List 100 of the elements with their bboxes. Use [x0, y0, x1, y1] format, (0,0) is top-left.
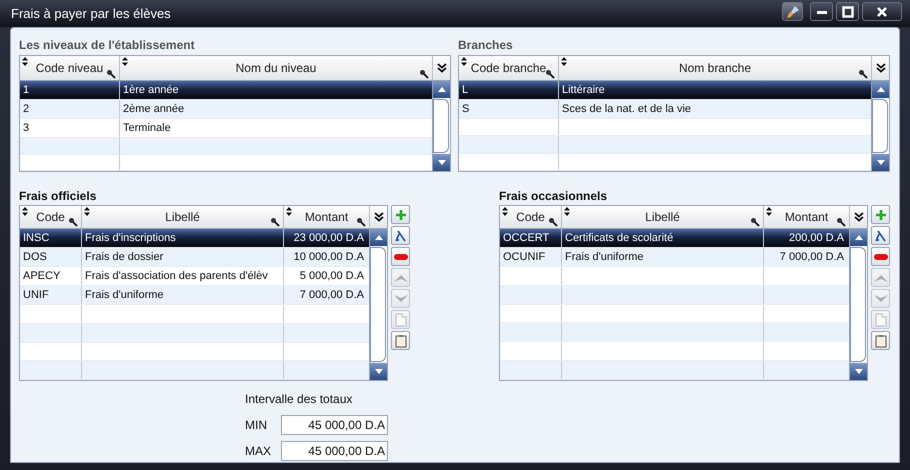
scroll-down-button[interactable]	[370, 363, 387, 380]
delete-button[interactable]	[871, 247, 890, 266]
table-row[interactable]: OCUNIF Frais d'uniforme 7 000,00 D.A	[500, 248, 849, 267]
minus-icon	[874, 254, 888, 260]
input-field[interactable]: 45 000,00 D.A	[281, 441, 388, 461]
scrollbar[interactable]	[849, 229, 867, 380]
scroll-up-button[interactable]	[370, 229, 387, 246]
sort-icon	[766, 207, 772, 216]
column-header[interactable]: Libellé	[562, 206, 764, 228]
paste-button[interactable]	[871, 331, 890, 350]
table-cell-text: 1ère année	[122, 83, 180, 98]
table-cell-text: 23 000,00 D.A	[292, 231, 365, 246]
field-label: MIN	[245, 418, 268, 432]
search-icon	[68, 217, 78, 227]
minimize-button[interactable]	[810, 2, 833, 21]
scrollbar[interactable]	[432, 81, 450, 171]
sort-icon	[461, 57, 467, 66]
sort-icon	[22, 207, 28, 216]
table-row[interactable]: APECY Frais d'association des parents d'élèv 5 000,00 D.A	[20, 267, 369, 286]
edit-button[interactable]	[871, 226, 890, 245]
scroll-down-button[interactable]	[433, 154, 450, 171]
up-triangle-icon	[438, 87, 446, 92]
table-row[interactable]: 3 Terminale	[20, 119, 432, 138]
input-field[interactable]: 45 000,00 D.A	[281, 415, 388, 435]
table-cell: 3	[20, 119, 120, 137]
down-triangle-icon	[374, 369, 382, 374]
column-header[interactable]: Nom du niveau	[120, 56, 433, 80]
totals-label: Intervalle des totaux	[245, 391, 354, 408]
search-icon	[858, 69, 868, 79]
table-row[interactable]: 1 1ère année	[20, 81, 432, 100]
maximize-button[interactable]	[836, 2, 859, 21]
column-header[interactable]: Montant	[284, 206, 370, 228]
column-header[interactable]: Code niveau	[20, 56, 120, 80]
table-cell: OCUNIF	[500, 248, 562, 266]
section-title: Frais occasionnels	[499, 190, 608, 205]
search-icon	[836, 217, 846, 227]
scroll-up-button[interactable]	[872, 81, 889, 98]
table-row[interactable]: L Littéraire	[459, 81, 871, 100]
down-chevron-icon	[394, 294, 408, 302]
column-header[interactable]: Libellé	[82, 206, 284, 228]
table-row[interactable]: OCCERT Certificats de scolarité 200,00 D.A	[500, 229, 849, 248]
column-header[interactable]: Code branche	[459, 56, 559, 80]
table-row[interactable]: 2 2ème année	[20, 100, 432, 119]
paste-button[interactable]	[391, 331, 410, 350]
scroll-down-button[interactable]	[850, 363, 867, 380]
column-header[interactable]: Code	[20, 206, 82, 228]
column-header[interactable]: Code	[500, 206, 562, 228]
column-header[interactable]: Nom branche	[559, 56, 872, 80]
column-header[interactable]: Montant	[764, 206, 850, 228]
sort-icon	[122, 57, 128, 66]
table-cell-text: 5 000,00 D.A	[298, 269, 365, 284]
sort-icon	[561, 57, 567, 66]
table-row[interactable]: DOS Frais de dossier 10 000,00 D.A	[20, 248, 369, 267]
double-chevron-icon	[374, 212, 384, 222]
edit-button[interactable]	[391, 226, 410, 245]
table-cell-text: 7 000,00 D.A	[778, 250, 845, 265]
up-triangle-icon	[854, 235, 862, 240]
sort-icon	[84, 207, 90, 216]
search-icon	[356, 217, 366, 227]
down-triangle-icon	[438, 160, 446, 165]
table-row[interactable]: UNIF Frais d'uniforme 7 000,00 D.A	[20, 286, 369, 305]
delete-button[interactable]	[391, 247, 410, 266]
edit-icon	[874, 230, 886, 242]
copy-icon	[874, 312, 886, 326]
table-cell-text: 200,00 D.A	[788, 231, 845, 246]
search-icon	[106, 69, 116, 79]
table-cell: INSC	[20, 229, 82, 247]
table-cell: DOS	[20, 248, 82, 266]
down-triangle-icon	[854, 369, 862, 374]
search-icon	[545, 69, 555, 79]
scrollbar[interactable]	[369, 229, 387, 380]
table-cell: Frais d'uniforme	[562, 248, 764, 266]
table-cell: Frais d'uniforme	[82, 286, 284, 304]
sort-icon	[286, 207, 292, 216]
table-cell-text: 2ème année	[122, 102, 186, 117]
maximize-icon	[842, 6, 854, 18]
table-row[interactable]: S Sces de la nat. et de la vie	[459, 100, 871, 119]
minus-icon	[394, 254, 408, 260]
scroll-up-button[interactable]	[850, 229, 867, 246]
table-cell-text: Terminale	[122, 121, 172, 136]
brush-button[interactable]	[782, 2, 803, 21]
scroll-up-button[interactable]	[433, 81, 450, 98]
scrollbar[interactable]	[871, 81, 889, 171]
table-cell: L	[459, 81, 559, 99]
search-icon	[750, 217, 760, 227]
table-cell: 1	[20, 81, 120, 99]
clipboard-icon	[874, 334, 886, 348]
table-row[interactable]: INSC Frais d'inscriptions 23 000,00 D.A	[20, 229, 369, 248]
search-icon	[548, 217, 558, 227]
close-icon	[876, 6, 888, 18]
section-title: Frais officiels	[19, 190, 98, 205]
table-cell-text: Littéraire	[561, 83, 606, 98]
double-chevron-icon	[854, 212, 864, 222]
section-title: Les niveaux de l'établissement	[19, 38, 196, 54]
clipboard-icon	[394, 334, 406, 348]
down-chevron-icon	[874, 294, 888, 302]
close-button[interactable]	[862, 2, 902, 21]
up-chevron-icon	[874, 274, 888, 282]
table-cell: Frais d'association des parents d'élèv	[82, 267, 284, 285]
scroll-down-button[interactable]	[872, 154, 889, 171]
